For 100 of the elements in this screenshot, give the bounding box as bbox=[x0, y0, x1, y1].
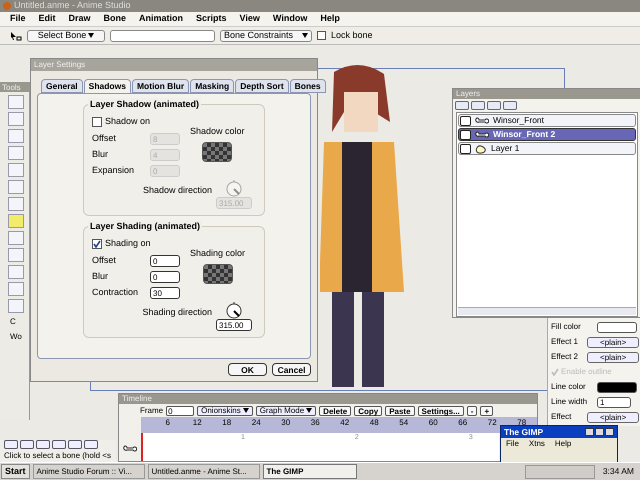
taskbar-button[interactable]: Untitled.anme - Anime St... bbox=[148, 464, 260, 479]
timeline-button[interactable]: Settings... bbox=[418, 406, 464, 416]
layer-name: Winsor_Front 2 bbox=[493, 128, 556, 141]
layer-tool-button[interactable] bbox=[487, 101, 501, 110]
tool-button[interactable] bbox=[8, 299, 24, 313]
direction-field[interactable]: 315.00 bbox=[216, 319, 252, 331]
layer-tool-button[interactable] bbox=[455, 101, 469, 110]
tab[interactable]: General bbox=[41, 79, 83, 93]
menu-item[interactable]: Window bbox=[272, 12, 308, 26]
field-label: Blur bbox=[92, 148, 110, 161]
visibility-icon[interactable] bbox=[460, 130, 471, 140]
bone-icon bbox=[475, 116, 489, 124]
line-width-field[interactable]: 1 bbox=[597, 396, 631, 408]
tab[interactable]: Shadows bbox=[84, 79, 131, 93]
field-label: Offset bbox=[92, 132, 117, 145]
effect-dropdown[interactable]: <plain> bbox=[587, 352, 639, 362]
dialog-button[interactable]: OK bbox=[228, 363, 267, 376]
start-button[interactable]: Start bbox=[1, 464, 30, 479]
caret-icon bbox=[302, 33, 308, 38]
layer-tool-button[interactable] bbox=[471, 101, 485, 110]
tool-button[interactable] bbox=[8, 197, 24, 211]
playback-button[interactable] bbox=[20, 440, 34, 449]
menu-item[interactable]: View bbox=[240, 12, 260, 26]
taskbar-button[interactable]: The GIMP bbox=[262, 464, 357, 479]
ruler-label: 66 bbox=[457, 417, 468, 429]
timeline-button[interactable]: - bbox=[466, 406, 478, 416]
caret-icon bbox=[242, 408, 249, 413]
playback-button[interactable] bbox=[52, 440, 66, 449]
app-icon bbox=[3, 2, 11, 10]
tool-button[interactable] bbox=[8, 163, 24, 177]
frame-field[interactable]: 0 bbox=[166, 406, 194, 416]
tab[interactable]: Motion Blur bbox=[132, 79, 190, 93]
menu-item[interactable]: File bbox=[506, 438, 519, 450]
direction-dial-icon[interactable] bbox=[225, 301, 243, 319]
number-field[interactable]: 0 bbox=[150, 254, 180, 266]
style-label: Effect 2 bbox=[551, 351, 579, 363]
tool-button[interactable] bbox=[8, 129, 24, 143]
tab[interactable]: Bones bbox=[290, 79, 326, 93]
timeline-button[interactable]: Delete bbox=[319, 406, 352, 416]
style-label: Line width bbox=[551, 396, 588, 408]
menu-item[interactable]: Edit bbox=[38, 12, 56, 26]
tool-button[interactable] bbox=[8, 95, 24, 109]
checkbox[interactable] bbox=[317, 31, 326, 40]
menu-item[interactable]: File bbox=[10, 12, 26, 26]
tool-button[interactable] bbox=[8, 265, 24, 279]
tool-button[interactable] bbox=[8, 282, 24, 296]
ruler-label: 78 bbox=[516, 417, 528, 428]
timeline-button[interactable]: Paste bbox=[385, 406, 415, 416]
color-swatch[interactable] bbox=[597, 322, 637, 332]
ruler-label: 6 bbox=[164, 417, 171, 429]
tool-button[interactable] bbox=[8, 112, 24, 126]
number-field[interactable]: 0 bbox=[150, 270, 180, 282]
playback-button[interactable] bbox=[4, 440, 18, 449]
color-swatch[interactable] bbox=[202, 264, 233, 284]
timeline-button[interactable]: + bbox=[480, 406, 494, 416]
timeline-dropdown[interactable]: Graph Mode bbox=[256, 406, 316, 416]
tab[interactable]: Depth Sort bbox=[235, 79, 289, 93]
tab[interactable]: Masking bbox=[190, 79, 234, 93]
color-swatch[interactable] bbox=[597, 382, 637, 392]
menu-item[interactable]: Xtns bbox=[528, 438, 545, 450]
visibility-icon[interactable] bbox=[460, 144, 471, 154]
menu-item[interactable]: Help bbox=[554, 438, 572, 450]
checkbox[interactable] bbox=[92, 117, 102, 127]
constraints-dropdown[interactable]: Bone Constraints bbox=[220, 30, 312, 42]
input-field[interactable] bbox=[110, 30, 215, 42]
effect-dropdown[interactable]: <plain> bbox=[587, 412, 639, 422]
menu-item[interactable]: Animation bbox=[139, 12, 184, 26]
menu-item[interactable]: Draw bbox=[68, 12, 91, 26]
group-title: Layer Shading (animated) bbox=[88, 220, 202, 234]
ruler-label: 54 bbox=[398, 417, 410, 429]
menu-item[interactable]: Scripts bbox=[196, 12, 227, 26]
layer-row[interactable]: Layer 1 bbox=[458, 142, 636, 155]
bone-select-dropdown[interactable]: Select Bone bbox=[27, 30, 105, 42]
tool-button[interactable] bbox=[8, 248, 24, 262]
timeline-button[interactable]: Copy bbox=[354, 406, 382, 416]
timeline-dropdown[interactable]: Onionskins bbox=[197, 406, 253, 416]
tool-button[interactable] bbox=[8, 180, 24, 194]
tool-button[interactable] bbox=[8, 231, 24, 245]
effect-dropdown[interactable]: <plain> bbox=[587, 336, 639, 348]
tool-button[interactable] bbox=[8, 146, 24, 160]
ruler-label: 24 bbox=[250, 417, 262, 429]
taskbar-button[interactable]: Anime Studio Forum :: Vi... bbox=[32, 464, 145, 479]
ruler-label: 30 bbox=[280, 417, 292, 429]
menu-item[interactable]: Help bbox=[320, 12, 340, 26]
pointer-icon[interactable] bbox=[10, 30, 22, 40]
layer-row[interactable]: Winsor_Front bbox=[458, 114, 636, 127]
layer-tool-button[interactable] bbox=[503, 101, 517, 110]
direction-label: Shading direction bbox=[142, 306, 212, 319]
dialog-button[interactable]: Cancel bbox=[272, 363, 311, 376]
number-field[interactable]: 30 bbox=[150, 286, 180, 298]
scroll-bar[interactable] bbox=[458, 307, 636, 315]
status-text: Click to select a bone (hold <s bbox=[4, 450, 112, 462]
playback-button[interactable] bbox=[68, 440, 82, 449]
visibility-icon[interactable] bbox=[460, 116, 471, 126]
bone-icon bbox=[123, 445, 137, 453]
color-swatch[interactable] bbox=[202, 142, 232, 162]
menu-item[interactable]: Bone bbox=[104, 12, 126, 26]
layer-row[interactable]: Winsor_Front 2 bbox=[458, 128, 636, 141]
playback-button[interactable] bbox=[36, 440, 50, 449]
playback-button[interactable] bbox=[84, 440, 98, 449]
